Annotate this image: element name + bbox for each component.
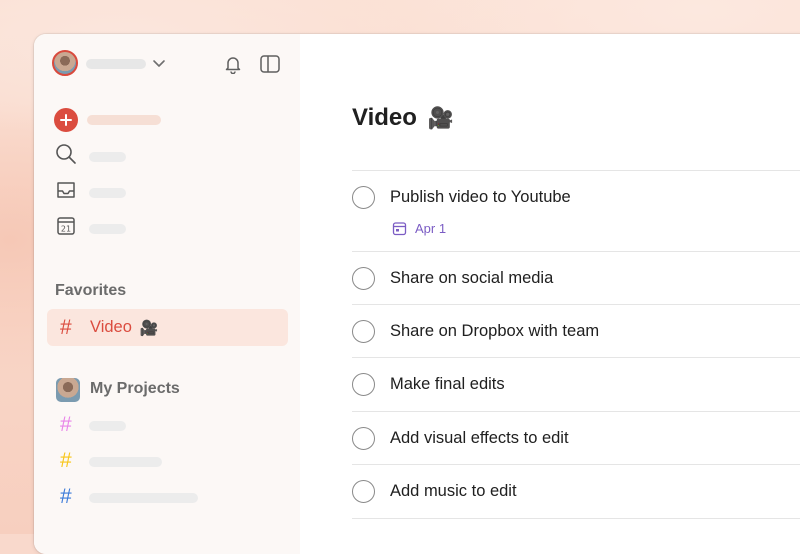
task-checkbox[interactable]	[352, 267, 375, 290]
task-checkbox[interactable]	[352, 480, 375, 503]
username-placeholder[interactable]	[86, 59, 146, 69]
page-title-text: Video	[352, 104, 417, 131]
task-row[interactable]: Make final edits	[352, 357, 800, 411]
my-projects-heading[interactable]: My Projects	[90, 380, 180, 398]
task-checkbox[interactable]	[352, 427, 375, 450]
project-hash-icon: #	[60, 449, 72, 472]
inbox-placeholder	[89, 188, 126, 198]
favorites-heading: Favorites	[55, 282, 127, 299]
user-avatar[interactable]	[52, 50, 78, 76]
project-2-placeholder[interactable]	[89, 457, 162, 467]
calendar-icon	[392, 221, 407, 236]
due-date-label: Apr 1	[415, 221, 447, 236]
task-title[interactable]: Share on Dropbox with team	[390, 322, 599, 341]
main-content: Video 🎥 Publish video to Youtube Apr 1 S…	[300, 34, 800, 554]
task-checkbox[interactable]	[352, 186, 375, 209]
sidebar: 21 Favorites # Video 🎥 My Projects # # #	[34, 34, 300, 554]
inbox-icon	[54, 178, 78, 207]
list-divider	[352, 518, 800, 539]
task-checkbox[interactable]	[352, 373, 375, 396]
task-title[interactable]: Share on social media	[390, 269, 553, 288]
projects-avatar	[56, 378, 80, 402]
chevron-down-icon[interactable]	[150, 54, 168, 72]
inbox-nav-item[interactable]	[54, 178, 78, 206]
task-row[interactable]: Publish video to Youtube Apr 1	[352, 170, 800, 251]
task-title[interactable]: Add music to edit	[390, 482, 517, 501]
due-date[interactable]: Apr 1	[392, 221, 446, 236]
search-nav-item[interactable]	[54, 142, 78, 170]
add-task-placeholder	[87, 115, 161, 125]
app-window: 21 Favorites # Video 🎥 My Projects # # #…	[34, 34, 800, 554]
search-placeholder	[89, 152, 126, 162]
search-icon	[54, 142, 78, 171]
project-1-placeholder[interactable]	[89, 421, 126, 431]
favorite-project-label: Video	[90, 318, 132, 336]
sidebar-toggle-icon[interactable]	[258, 53, 282, 75]
task-row[interactable]: Add music to edit	[352, 464, 800, 518]
task-row[interactable]: Share on Dropbox with team	[352, 304, 800, 358]
task-row[interactable]: Add visual effects to edit	[352, 411, 800, 465]
plus-icon	[54, 108, 78, 132]
favorite-project-video[interactable]: # Video 🎥	[47, 309, 288, 346]
project-hash-icon: #	[60, 485, 72, 508]
calendar-icon: 21	[54, 214, 78, 243]
task-title[interactable]: Make final edits	[390, 375, 505, 394]
task-title[interactable]: Add visual effects to edit	[390, 429, 569, 448]
page-title: Video 🎥	[352, 104, 454, 132]
today-nav-item[interactable]: 21	[54, 214, 78, 242]
movie-camera-icon: 🎥	[139, 319, 159, 337]
add-task-button[interactable]	[54, 106, 78, 134]
task-row[interactable]: Share on social media	[352, 251, 800, 305]
movie-camera-icon: 🎥	[427, 107, 454, 130]
project-3-placeholder[interactable]	[89, 493, 198, 503]
project-hash-icon: #	[60, 413, 72, 436]
hash-icon: #	[60, 316, 72, 339]
today-placeholder	[89, 224, 126, 234]
bell-icon[interactable]	[222, 53, 244, 75]
svg-text:21: 21	[61, 224, 71, 233]
task-checkbox[interactable]	[352, 320, 375, 343]
task-title[interactable]: Publish video to Youtube	[390, 188, 571, 207]
